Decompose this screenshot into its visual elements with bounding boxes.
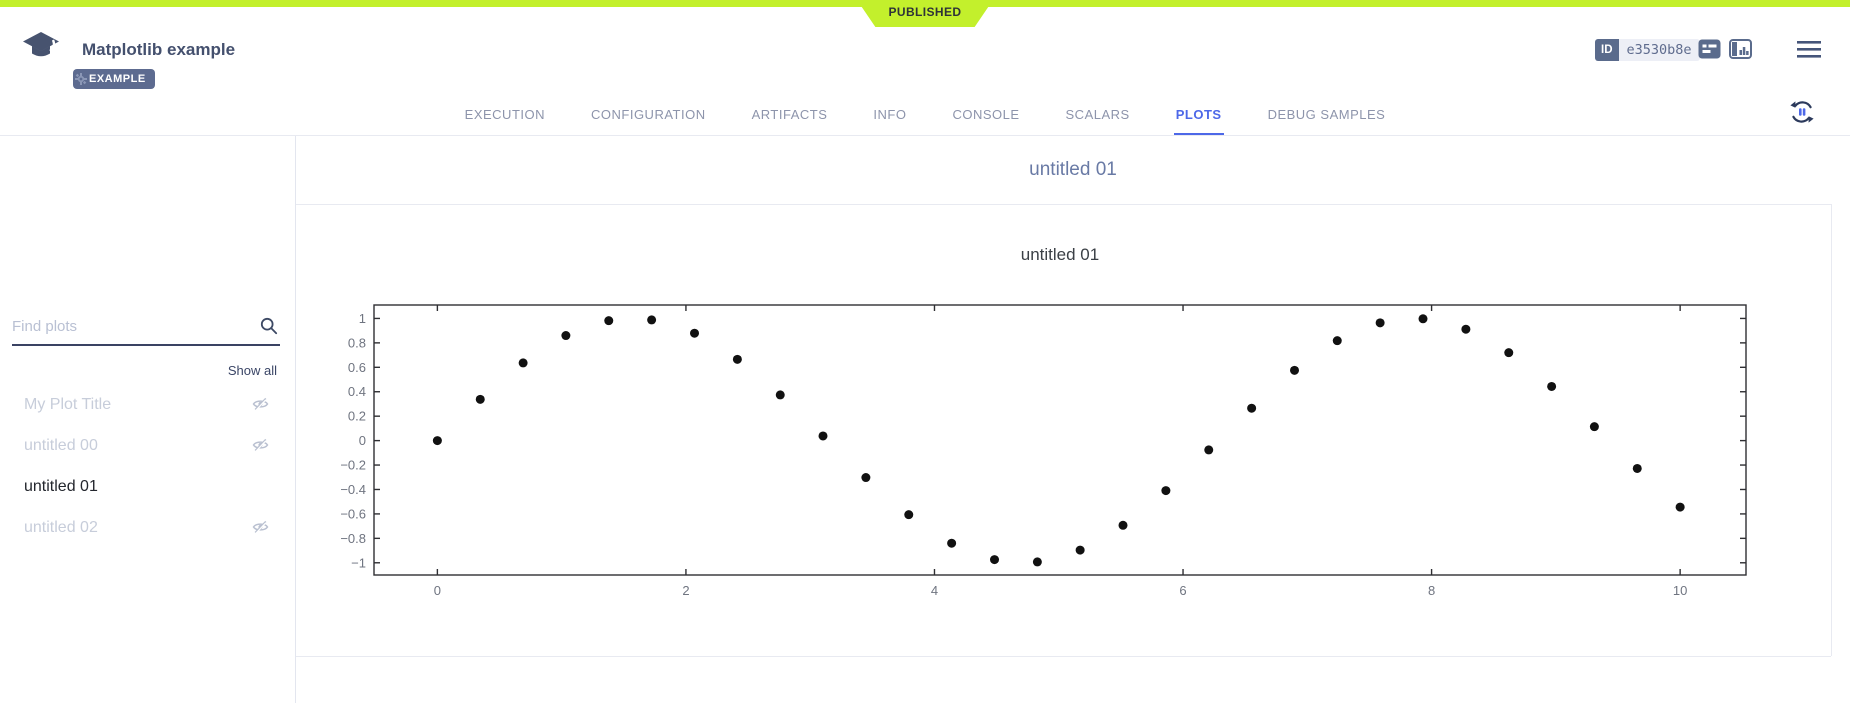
plot-list-item[interactable]: untitled 00	[0, 425, 295, 466]
plot-item-label: My Plot Title	[24, 396, 111, 414]
search-icon[interactable]	[260, 317, 278, 340]
svg-text:10: 10	[1673, 583, 1687, 598]
eye-off-icon[interactable]	[252, 519, 269, 535]
plots-sidebar: Show all My Plot Title untitled 00 untitle…	[0, 136, 296, 703]
search-input[interactable]	[12, 314, 280, 346]
plot-card-right-border	[1831, 204, 1832, 656]
example-badge: EXAMPLE	[73, 69, 155, 89]
tab-scalars[interactable]: SCALARS	[1064, 107, 1132, 135]
tab-artifacts[interactable]: ARTIFACTS	[750, 107, 830, 135]
plot-card-bottom-border	[296, 656, 1831, 657]
svg-text:−0.8: −0.8	[340, 531, 366, 546]
svg-text:0.2: 0.2	[348, 409, 366, 424]
plot-figure[interactable]: untitled 01 0 2 4 6 8 10 −1 −0.8 −0.6 −0.4 −0.2 0 0.2…	[300, 230, 1800, 610]
svg-text:−0.4: −0.4	[340, 482, 366, 497]
plot-list-item[interactable]: untitled 02	[0, 507, 295, 548]
svg-text:0.4: 0.4	[348, 384, 366, 399]
example-badge-label: EXAMPLE	[89, 73, 146, 85]
svg-text:8: 8	[1428, 583, 1435, 598]
plot-item-label: untitled 01	[24, 478, 98, 496]
svg-text:4: 4	[931, 583, 938, 598]
section-title: untitled 01	[296, 159, 1850, 181]
main-divider	[296, 204, 1831, 205]
plot-item-label: untitled 02	[24, 519, 98, 537]
svg-text:6: 6	[1179, 583, 1186, 598]
id-label: ID	[1595, 39, 1619, 61]
page: PUBLISHED Matplotlib example EXAMPLE ID …	[0, 0, 1850, 703]
plot-list: My Plot Title untitled 00 untitled 01 untit…	[0, 384, 295, 548]
eye-off-icon[interactable]	[252, 396, 269, 412]
gear-icon	[75, 73, 87, 85]
svg-text:0.8: 0.8	[348, 335, 366, 350]
tab-execution[interactable]: EXECUTION	[463, 107, 547, 135]
tab-info[interactable]: INFO	[871, 107, 908, 135]
tab-configuration[interactable]: CONFIGURATION	[589, 107, 708, 135]
tab-debug-samples[interactable]: DEBUG SAMPLES	[1266, 107, 1388, 135]
svg-text:2: 2	[682, 583, 689, 598]
experiment-id-chip[interactable]: ID e3530b8e	[1595, 39, 1700, 61]
tab-plots[interactable]: PLOTS	[1174, 107, 1224, 135]
svg-text:0.6: 0.6	[348, 360, 366, 375]
show-all-link[interactable]: Show all	[228, 363, 277, 378]
plot-list-item[interactable]: untitled 01	[0, 466, 295, 507]
svg-text:0: 0	[434, 583, 441, 598]
panel-chart-icon[interactable]	[1729, 39, 1752, 64]
svg-text:1: 1	[359, 311, 366, 326]
tab-console[interactable]: CONSOLE	[950, 107, 1021, 135]
plot-list-item[interactable]: My Plot Title	[0, 384, 295, 425]
svg-text:−0.2: −0.2	[340, 458, 366, 473]
plot-item-label: untitled 00	[24, 437, 98, 455]
details-view-icon[interactable]	[1698, 39, 1721, 64]
eye-off-icon[interactable]	[252, 437, 269, 453]
svg-text:0: 0	[359, 433, 366, 448]
svg-text:−0.6: −0.6	[340, 506, 366, 521]
experiment-title: Matplotlib example	[82, 40, 235, 60]
svg-text:−1: −1	[351, 555, 366, 570]
hamburger-menu-icon[interactable]	[1797, 41, 1821, 63]
svg-text:untitled 01: untitled 01	[1021, 245, 1099, 264]
published-ribbon: PUBLISHED	[857, 0, 993, 27]
app-logo-icon	[22, 31, 60, 68]
auto-refresh-toggle-icon[interactable]	[1788, 98, 1816, 126]
search-wrap	[12, 314, 280, 346]
id-value: e3530b8e	[1619, 39, 1700, 61]
published-label: PUBLISHED	[889, 5, 962, 19]
